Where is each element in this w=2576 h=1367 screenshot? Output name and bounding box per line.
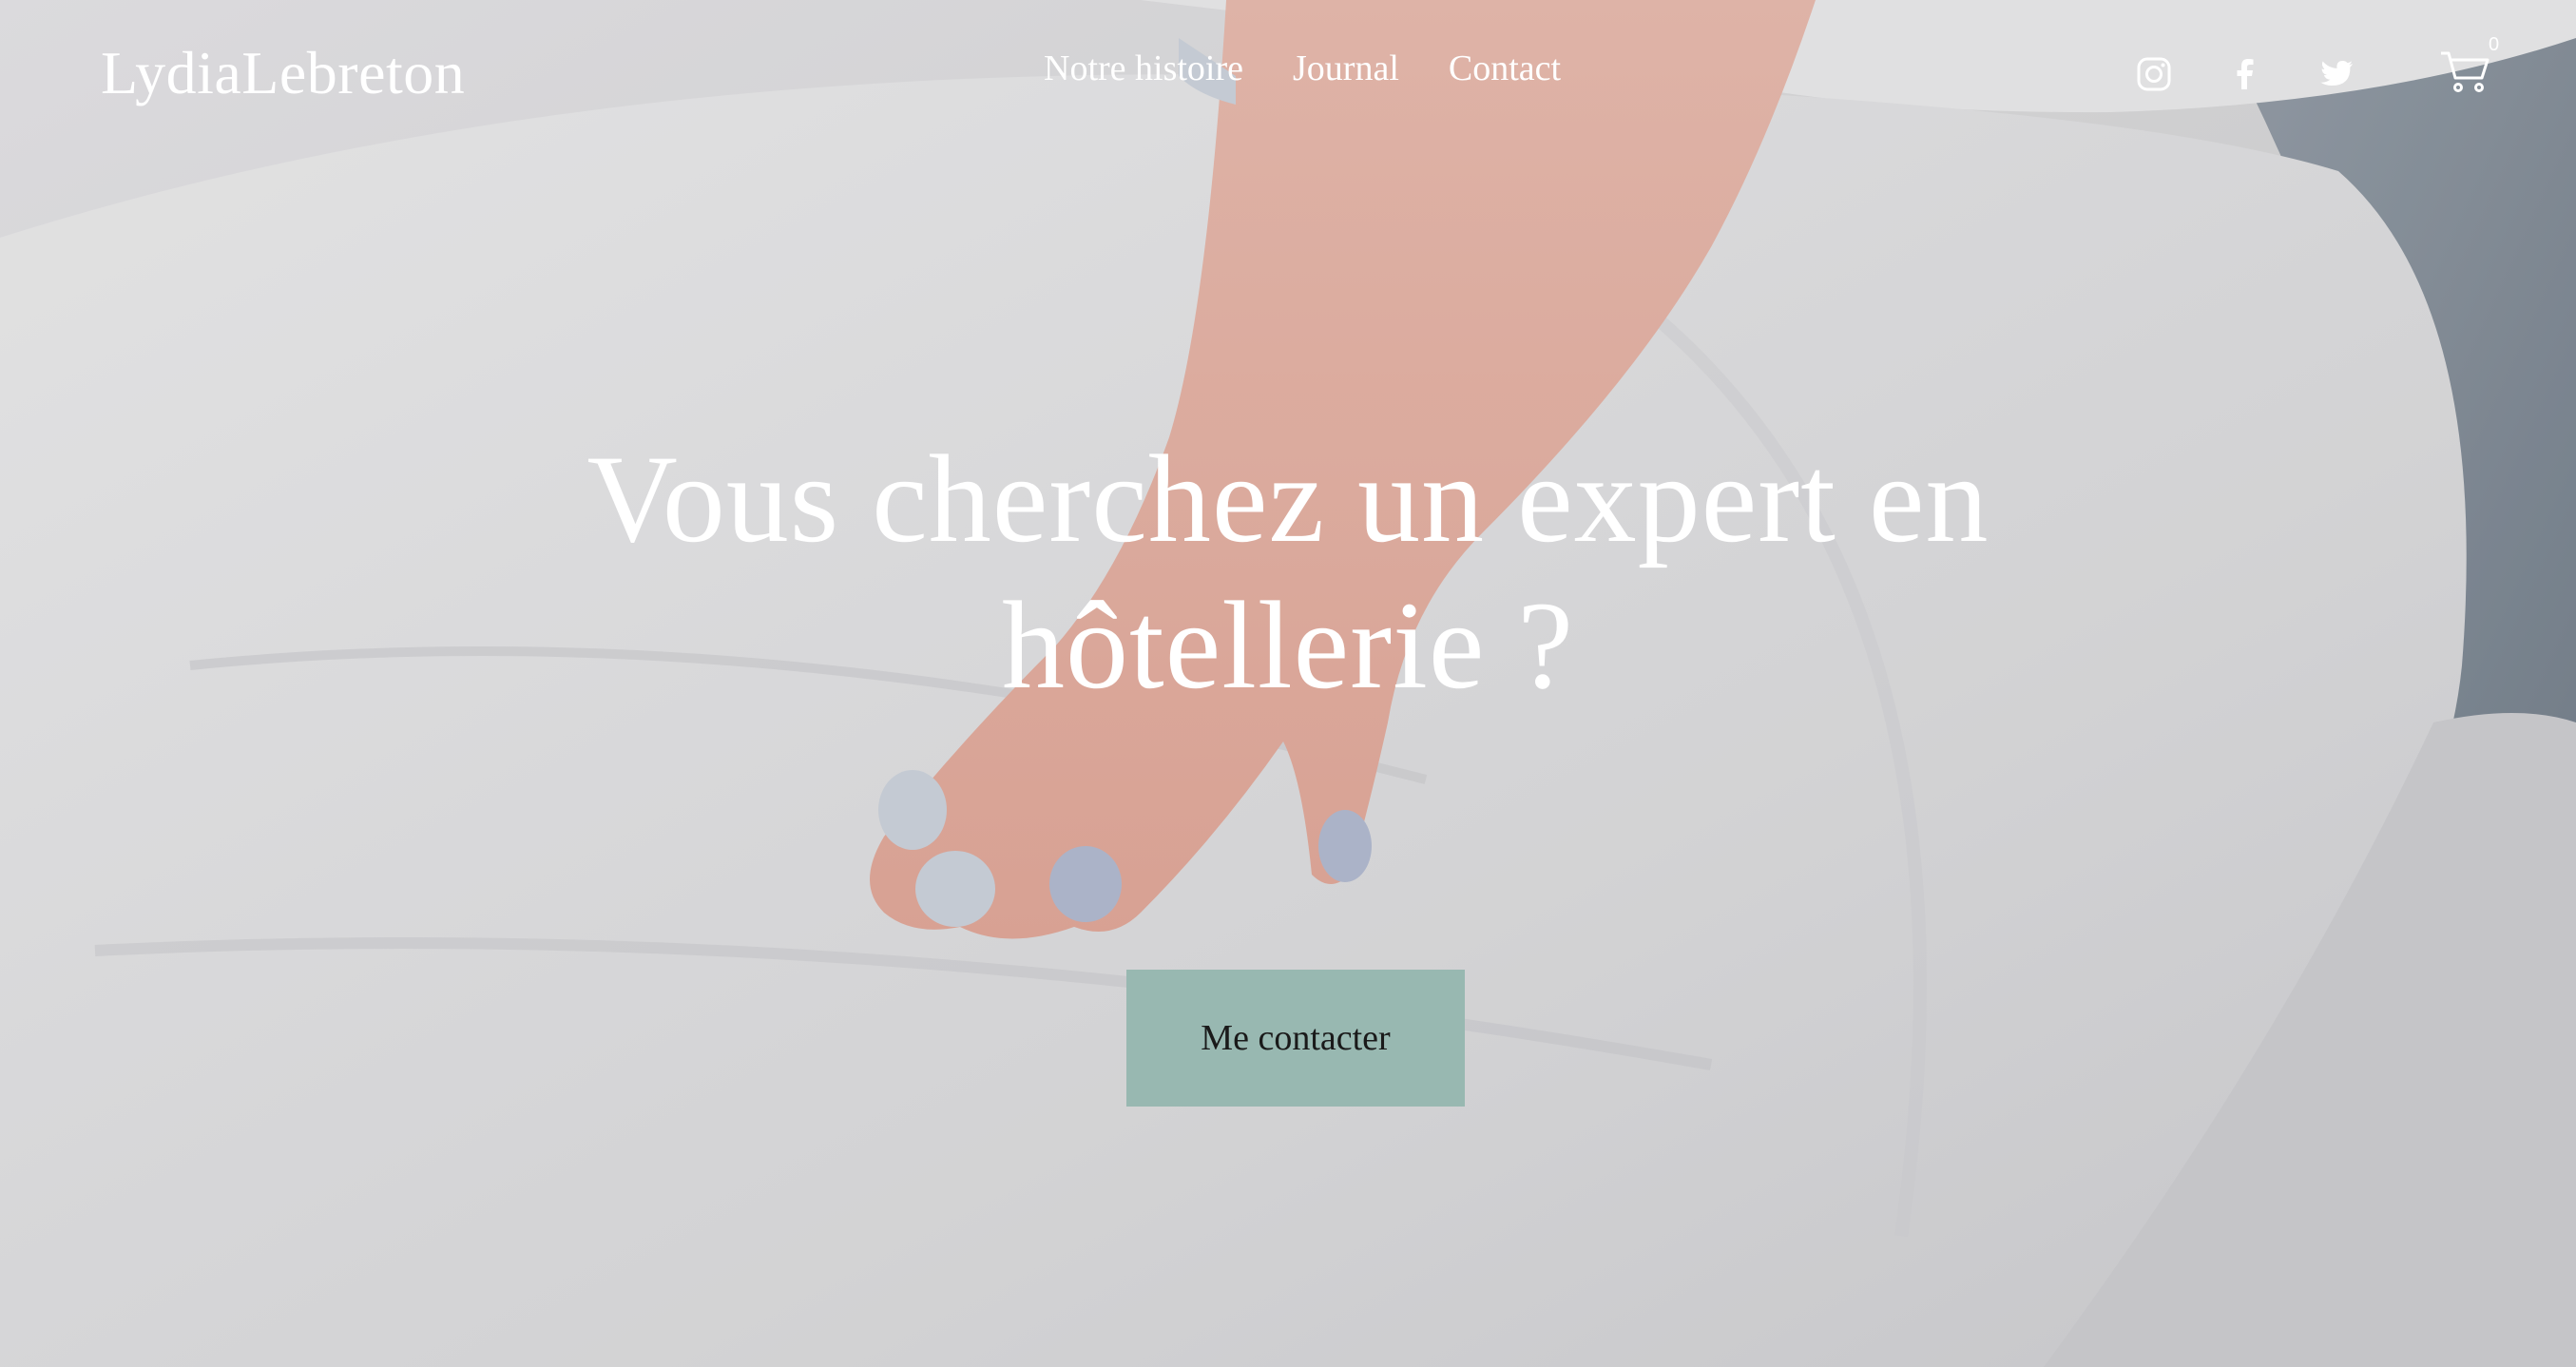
main-nav: Notre histoire Journal Contact xyxy=(1044,48,1561,89)
nav-link-journal[interactable]: Journal xyxy=(1293,48,1399,89)
cart-icon[interactable] xyxy=(2439,48,2492,95)
instagram-icon[interactable] xyxy=(2135,55,2173,93)
site-logo[interactable]: LydiaLebreton xyxy=(101,38,465,108)
nav-link-notre-histoire[interactable]: Notre histoire xyxy=(1044,48,1243,89)
site-header: LydiaLebreton Notre histoire Journal Con… xyxy=(0,0,2576,152)
facebook-icon[interactable] xyxy=(2226,55,2264,93)
nav-link-contact[interactable]: Contact xyxy=(1449,48,1561,89)
hero-headline-line-2: hôtellerie ? xyxy=(1001,575,1574,715)
twitter-icon[interactable] xyxy=(2317,55,2355,93)
contact-button[interactable]: Me contacter xyxy=(1126,970,1465,1107)
cart-count: 0 xyxy=(2489,34,2500,55)
hero-headline: Vous cherchez un expert en hôtellerie ? xyxy=(337,426,2239,719)
social-links xyxy=(2135,55,2355,93)
hero-section: LydiaLebreton Notre histoire Journal Con… xyxy=(0,0,2576,1367)
hero-headline-line-1: Vous cherchez un expert en xyxy=(586,429,1990,568)
